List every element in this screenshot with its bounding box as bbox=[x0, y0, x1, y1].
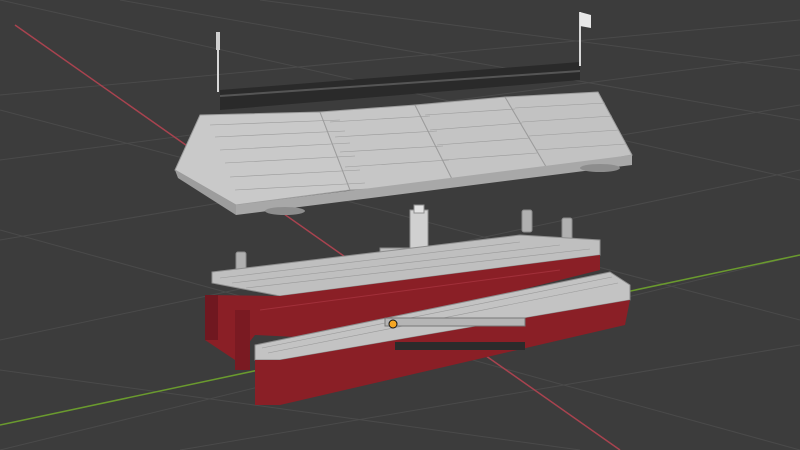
origin-marker[interactable] bbox=[388, 319, 398, 329]
roof-canopy[interactable] bbox=[174, 91, 633, 215]
scene-canvas[interactable] bbox=[0, 0, 800, 450]
flag-left[interactable] bbox=[216, 32, 220, 92]
3d-viewport[interactable] bbox=[0, 0, 800, 450]
floor-grid bbox=[0, 0, 800, 450]
flag-right[interactable] bbox=[579, 12, 591, 66]
